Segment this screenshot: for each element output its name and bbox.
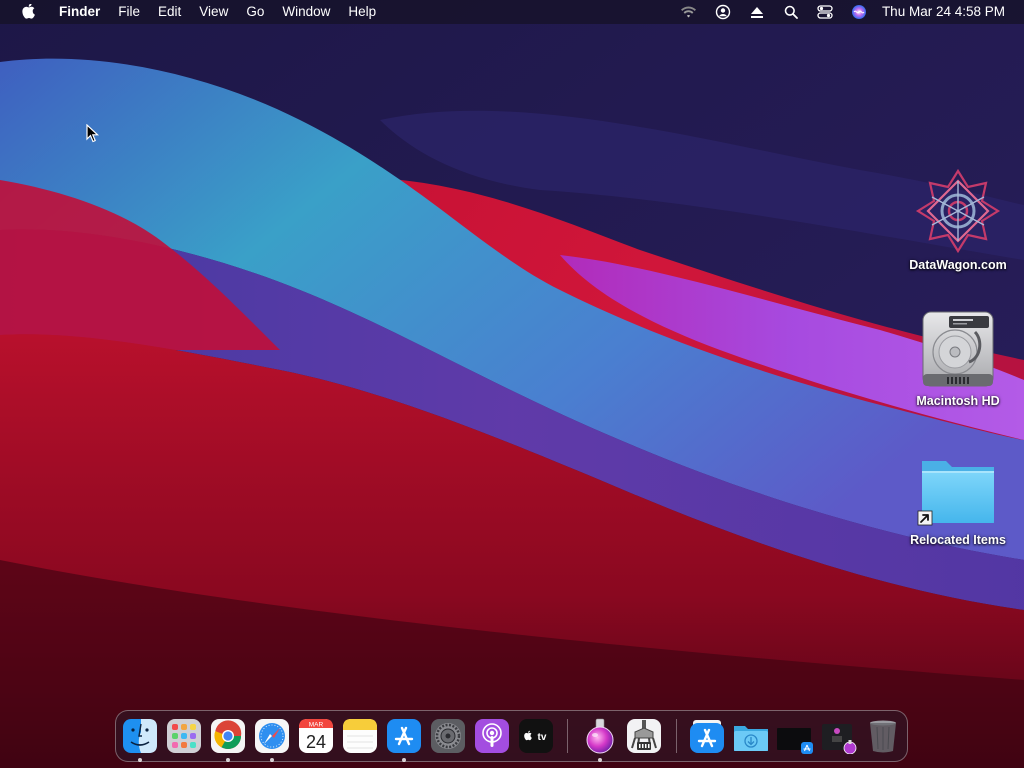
desktop-icon-label: Relocated Items xyxy=(910,533,1006,547)
dock: MAR 24 tv xyxy=(115,710,908,762)
calendar-month: MAR xyxy=(309,722,324,729)
calendar-icon: MAR 24 xyxy=(299,719,333,753)
installer-potion-icon xyxy=(586,718,614,754)
apple-tv-icon: tv xyxy=(519,719,553,753)
app-store-icon xyxy=(387,719,421,753)
trash-icon xyxy=(870,720,896,753)
recent-stack-icon xyxy=(777,728,813,754)
dock-app-notes[interactable] xyxy=(342,718,378,754)
menu-view[interactable]: View xyxy=(190,0,237,24)
dock-app-app-store[interactable] xyxy=(386,718,422,762)
control-center-icon[interactable] xyxy=(814,0,836,24)
desktop-icon-label: Macintosh HD xyxy=(916,394,1000,408)
dock-app-finder[interactable] xyxy=(122,718,158,762)
mouse-cursor-icon xyxy=(86,124,100,143)
dock-app-launchpad[interactable] xyxy=(166,718,202,754)
running-indicator xyxy=(138,758,142,762)
dock-separator xyxy=(676,719,677,753)
menu-file[interactable]: File xyxy=(109,0,149,24)
calendar-day: 24 xyxy=(306,732,326,752)
siri-icon[interactable] xyxy=(848,0,870,24)
dock-app-arcade-claw[interactable] xyxy=(626,718,662,754)
dock-app-installer[interactable] xyxy=(582,718,618,762)
menu-help[interactable]: Help xyxy=(339,0,385,24)
desktop-icon-datawagon[interactable]: DataWagon.com xyxy=(898,168,1018,272)
dock-app-tv[interactable]: tv xyxy=(518,718,554,754)
downloads-folder-icon xyxy=(734,726,768,751)
menu-go[interactable]: Go xyxy=(237,0,273,24)
hard-drive-icon xyxy=(922,311,994,387)
dock-app-system-preferences[interactable] xyxy=(430,718,466,754)
launchpad-icon xyxy=(167,719,201,753)
folder-alias-icon xyxy=(917,461,994,526)
finder-icon xyxy=(123,719,157,753)
applications-stack-icon xyxy=(822,724,857,754)
spotlight-search-icon[interactable] xyxy=(780,0,802,24)
running-indicator xyxy=(270,758,274,762)
dock-app-calendar[interactable]: MAR 24 xyxy=(298,718,334,754)
chrome-icon xyxy=(211,719,245,753)
desktop-icon-relocated-items[interactable]: Relocated Items xyxy=(898,455,1018,547)
menu-window[interactable]: Window xyxy=(273,0,339,24)
system-preferences-icon xyxy=(431,719,465,753)
menu-edit[interactable]: Edit xyxy=(149,0,190,24)
claw-machine-icon xyxy=(627,719,661,753)
desktop-wallpaper xyxy=(0,0,1024,768)
menu-app-name[interactable]: Finder xyxy=(50,0,109,24)
menu-bar-clock[interactable]: Thu Mar 24 4:58 PM xyxy=(882,0,1005,24)
dock-app-safari[interactable] xyxy=(254,718,290,762)
wifi-icon[interactable] xyxy=(678,0,700,24)
dock-stack-applications[interactable] xyxy=(821,718,857,754)
desktop-icon-macintosh-hd[interactable]: Macintosh HD xyxy=(898,310,1018,408)
tv-label: tv xyxy=(538,732,547,743)
app-store-stack-icon xyxy=(690,720,724,753)
dock-app-trash[interactable] xyxy=(865,718,901,754)
desktop-icon-label: DataWagon.com xyxy=(909,258,1007,272)
notes-icon xyxy=(343,719,377,753)
safari-icon xyxy=(255,719,289,753)
running-indicator xyxy=(402,758,406,762)
dock-stack-app-store[interactable] xyxy=(689,718,725,754)
dock-app-chrome[interactable] xyxy=(210,718,246,762)
eject-icon[interactable] xyxy=(746,0,768,24)
menu-bar: Finder File Edit View Go Window Help Thu… xyxy=(0,0,1024,24)
running-indicator xyxy=(226,758,230,762)
podcasts-icon xyxy=(475,719,509,753)
dock-stack-downloads[interactable] xyxy=(733,718,769,754)
datawagon-logo-icon xyxy=(915,168,1001,254)
dock-stack-recent[interactable] xyxy=(777,718,813,754)
dock-app-podcasts[interactable] xyxy=(474,718,510,754)
apple-menu-icon[interactable] xyxy=(20,0,38,24)
running-indicator xyxy=(598,758,602,762)
user-account-icon[interactable] xyxy=(712,0,734,24)
dock-separator xyxy=(567,719,568,753)
